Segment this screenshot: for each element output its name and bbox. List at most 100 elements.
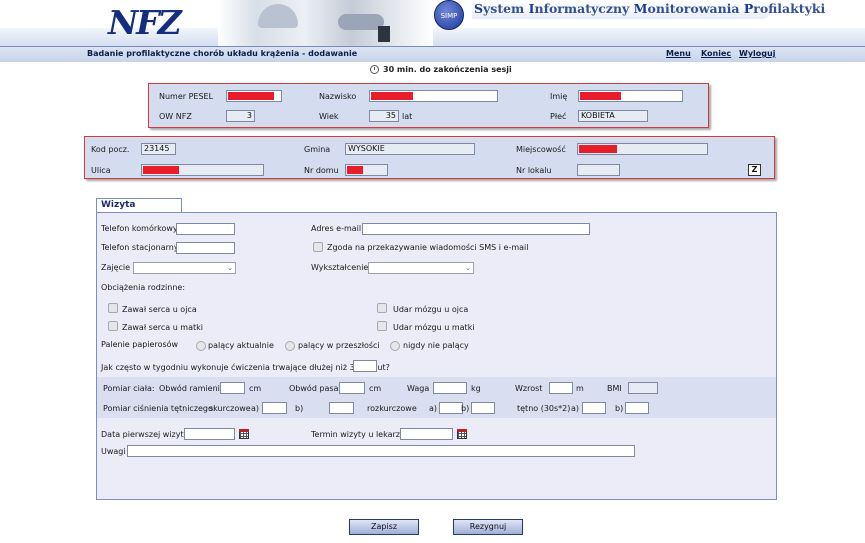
smoking-label: Palenie papierosów xyxy=(101,340,179,349)
landline-input[interactable] xyxy=(176,242,235,254)
age-field: 35 xyxy=(369,110,399,122)
redaction-mark xyxy=(347,166,363,174)
weight-label: Waga xyxy=(407,384,430,393)
bmi-field xyxy=(628,382,658,394)
sex-label: Płeć xyxy=(550,112,567,121)
education-select[interactable]: ⌄ xyxy=(368,262,474,274)
stroke-father-checkbox[interactable] xyxy=(377,303,387,313)
doctor-visit-input[interactable] xyxy=(400,428,453,440)
systolic-b-input[interactable] xyxy=(329,402,354,414)
waist-input[interactable] xyxy=(339,382,365,394)
system-title: System Informatyczny Monitorowania Profi… xyxy=(472,1,825,19)
menu-link[interactable]: Menu xyxy=(666,47,691,60)
height-unit: m xyxy=(576,384,584,393)
heart-attack-mother-checkbox[interactable] xyxy=(108,321,118,331)
diastolic-b-label: b) xyxy=(461,404,470,413)
surname-label: Nazwisko xyxy=(319,92,357,101)
pulse-b-input[interactable] xyxy=(625,402,649,414)
landline-label: Telefon stacjonarny xyxy=(101,243,179,252)
koniec-link[interactable]: Koniec xyxy=(701,47,731,60)
smoking-current-label: palący aktualnie xyxy=(208,341,274,350)
exercise-input[interactable] xyxy=(353,360,377,372)
notes-input[interactable] xyxy=(127,445,635,457)
pulse-a-label: a) xyxy=(571,404,580,413)
commune-label: Gmina xyxy=(304,145,331,154)
heart-attack-mother-label: Zawał serca u matki xyxy=(122,323,203,332)
bmi-label: BMI xyxy=(607,384,622,393)
first-visit-date-label: Data pierwszej wizyty xyxy=(101,430,189,439)
ow-nfz-label: OW NFZ xyxy=(159,112,192,121)
nfz-logo: NFZ xyxy=(108,3,182,42)
email-input[interactable] xyxy=(362,223,590,235)
body-measure-label: Pomiar ciała: xyxy=(103,384,155,393)
arm-circumference-label: Obwód ramienia xyxy=(159,384,225,393)
sms-consent-label: Zgoda na przekazywanie wiadomości SMS i … xyxy=(327,243,529,252)
header-photo xyxy=(218,0,433,46)
street-field xyxy=(141,164,264,176)
blood-pressure-label: Pomiar ciśnienia tętniczego: xyxy=(103,404,216,413)
cancel-button[interactable]: Rezygnuj xyxy=(453,519,523,535)
wyloguj-link[interactable]: Wyloguj xyxy=(739,47,775,60)
mobile-input[interactable] xyxy=(176,223,235,235)
waist-label: Obwód pasa xyxy=(289,384,339,393)
session-timer: 30 min. do zakończenia sesji xyxy=(370,65,512,75)
waist-unit: cm xyxy=(369,384,382,393)
education-label: Wykształcenie xyxy=(311,263,369,272)
commune-field: WYSOKIE xyxy=(345,143,475,155)
clock-icon xyxy=(370,65,379,74)
arm-circumference-input[interactable] xyxy=(220,382,245,394)
height-label: Wzrost xyxy=(515,384,543,393)
notes-label: Uwagi xyxy=(101,447,126,456)
pulse-a-input[interactable] xyxy=(582,402,606,414)
exercise-label: Jak często w tygodniu wykonuje ćwiczenia… xyxy=(101,363,390,372)
pulse-label: tętno (30s*2) xyxy=(517,404,571,413)
redaction-mark xyxy=(371,92,413,100)
redaction-mark xyxy=(580,92,621,100)
firstname-label: Imię xyxy=(550,92,568,101)
age-unit: lat xyxy=(402,112,413,121)
smoking-current-radio[interactable] xyxy=(196,341,206,351)
diastolic-b-input[interactable] xyxy=(471,402,495,414)
stroke-mother-checkbox[interactable] xyxy=(377,321,387,331)
systolic-a-input[interactable] xyxy=(262,402,287,414)
tab-first-visit[interactable]: Wizyta pierwsza xyxy=(96,198,182,223)
first-visit-date-input[interactable] xyxy=(184,428,235,440)
weight-unit: kg xyxy=(471,384,481,393)
chevron-down-icon: ⌄ xyxy=(227,264,233,272)
house-number-label: Nr domu xyxy=(304,166,339,175)
city-field xyxy=(577,143,708,155)
systolic-label: skurczowe xyxy=(209,404,251,413)
sex-field: KOBIETA xyxy=(578,110,648,122)
postal-code-field: 23145 xyxy=(141,143,176,155)
sms-consent-checkbox[interactable] xyxy=(313,242,323,252)
firstname-field xyxy=(578,90,683,102)
heart-attack-father-checkbox[interactable] xyxy=(108,303,118,313)
occupation-select[interactable]: ⌄ xyxy=(133,262,236,274)
smoking-never-radio[interactable] xyxy=(390,341,400,351)
height-input[interactable] xyxy=(549,382,573,394)
doctor-visit-label: Termin wizyty u lekarza xyxy=(311,430,405,439)
mobile-label: Telefon komórkowy xyxy=(101,224,178,233)
redaction-mark xyxy=(228,92,274,100)
pulse-b-label: b) xyxy=(615,404,624,413)
calendar-icon[interactable] xyxy=(239,429,249,439)
stroke-mother-label: Udar mózgu u matki xyxy=(393,323,475,332)
systolic-b-label: b) xyxy=(295,404,304,413)
diastolic-a-input[interactable] xyxy=(439,402,463,414)
systolic-a-label: a) xyxy=(251,404,260,413)
z-button[interactable]: Z xyxy=(748,164,761,176)
house-number-field xyxy=(345,164,388,176)
address-info-box: Kod pocz. 23145 Gmina WYSOKIE Miejscowoś… xyxy=(84,136,775,179)
calendar-icon[interactable] xyxy=(457,429,467,439)
smoking-past-radio[interactable] xyxy=(285,341,295,351)
city-label: Miejscowość xyxy=(516,145,566,154)
simp-logo-icon: SIMP xyxy=(434,0,464,30)
pesel-label: Numer PESEL xyxy=(159,92,214,101)
save-button[interactable]: Zapisz xyxy=(349,519,419,535)
weight-input[interactable] xyxy=(433,382,467,394)
arm-unit: cm xyxy=(249,384,262,393)
smoking-past-label: palący w przeszłości xyxy=(298,341,380,350)
flat-number-field xyxy=(577,164,620,176)
postal-code-label: Kod pocz. xyxy=(91,145,130,154)
family-history-label: Obciążenia rodzinne: xyxy=(101,283,186,292)
